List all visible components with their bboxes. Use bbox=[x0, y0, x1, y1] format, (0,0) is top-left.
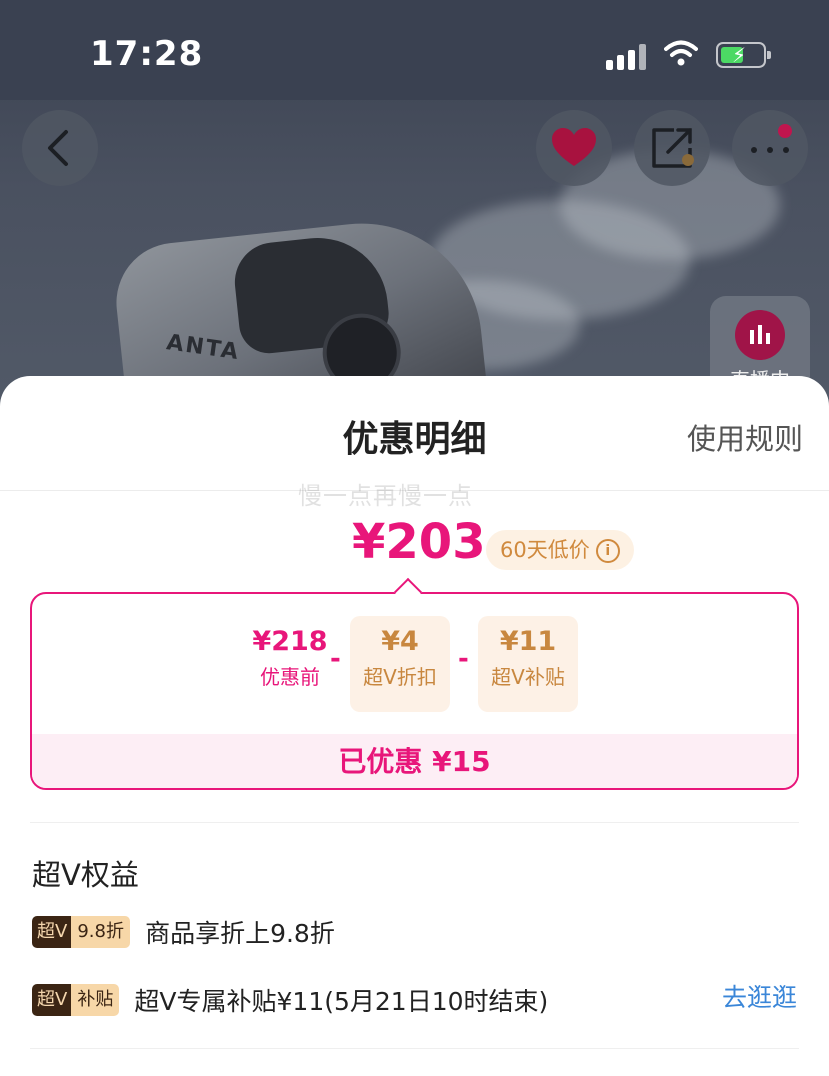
original-price-item: ¥218 优惠前 bbox=[240, 616, 340, 712]
benefit-row-discount: 超V 9.8折 商品享折上9.8折 bbox=[32, 914, 335, 948]
more-dots-icon bbox=[751, 147, 789, 153]
favorite-button[interactable] bbox=[536, 110, 612, 186]
super-v-discount-tag: 超V 9.8折 bbox=[32, 916, 130, 948]
go-shopping-link[interactable]: 去逛逛 bbox=[722, 982, 797, 1014]
tag-right-text: 补贴 bbox=[71, 984, 120, 1016]
discount-amount: ¥4 bbox=[381, 626, 419, 657]
info-icon: i bbox=[595, 539, 620, 563]
share-button[interactable] bbox=[634, 110, 710, 186]
original-price-label: 优惠前 bbox=[260, 665, 320, 689]
price-breakdown-box: ¥218 优惠前 - ¥4 超V折扣 - ¥11 超V补贴 已优惠 ¥15 bbox=[30, 592, 799, 790]
super-v-subsidy-item: ¥11 超V补贴 bbox=[478, 616, 578, 712]
usage-rules-link[interactable]: 使用规则 bbox=[687, 416, 803, 458]
shoe-brand-text: ANTA bbox=[164, 330, 242, 366]
minus-sign: - bbox=[458, 644, 469, 674]
status-time: 17:28 bbox=[90, 34, 204, 74]
section-divider bbox=[30, 822, 799, 823]
tag-left-text: 超V bbox=[32, 984, 72, 1016]
minus-sign: - bbox=[330, 644, 341, 674]
final-price: ¥203 bbox=[352, 514, 486, 570]
original-price-amount: ¥218 bbox=[252, 626, 328, 657]
low-price-label: 60天低价 bbox=[500, 538, 590, 562]
battery-icon: ⚡ bbox=[716, 42, 771, 68]
subsidy-amount: ¥11 bbox=[499, 626, 557, 657]
watermark-text: 慢一点再慢一点 bbox=[298, 482, 473, 510]
tag-left-text: 超V bbox=[32, 916, 72, 948]
discount-label: 超V折扣 bbox=[363, 665, 437, 689]
benefit-text: 商品享折上9.8折 bbox=[145, 919, 335, 948]
heart-icon bbox=[552, 128, 596, 166]
discount-detail-sheet: 优惠明细 使用规则 慢一点再慢一点 ¥203 60天低价 i ¥218 优惠前 -… bbox=[0, 376, 829, 1076]
super-v-subsidy-tag: 超V 补贴 bbox=[32, 984, 120, 1016]
total-saved-bar: 已优惠 ¥15 bbox=[32, 734, 797, 788]
share-icon bbox=[652, 128, 694, 168]
benefits-section-title: 超V权益 bbox=[32, 858, 139, 892]
low-price-badge[interactable]: 60天低价 i bbox=[486, 530, 634, 570]
wifi-icon bbox=[664, 40, 698, 66]
subsidy-label: 超V补贴 bbox=[491, 665, 565, 689]
tag-right-text: 9.8折 bbox=[71, 916, 130, 948]
notification-dot bbox=[778, 124, 792, 138]
benefit-text: 超V专属补贴¥11(5月21日10时结束) bbox=[134, 987, 549, 1016]
more-button[interactable] bbox=[732, 110, 808, 186]
benefit-row-subsidy: 超V 补贴 超V专属补贴¥11(5月21日10时结束) bbox=[32, 982, 548, 1016]
live-icon bbox=[735, 310, 785, 360]
status-bar: 17:28 ⚡ bbox=[0, 0, 829, 100]
back-button[interactable] bbox=[22, 110, 98, 186]
super-v-discount-item: ¥4 超V折扣 bbox=[350, 616, 450, 712]
chevron-left-icon bbox=[48, 130, 68, 166]
cellular-signal-icon bbox=[606, 42, 648, 70]
